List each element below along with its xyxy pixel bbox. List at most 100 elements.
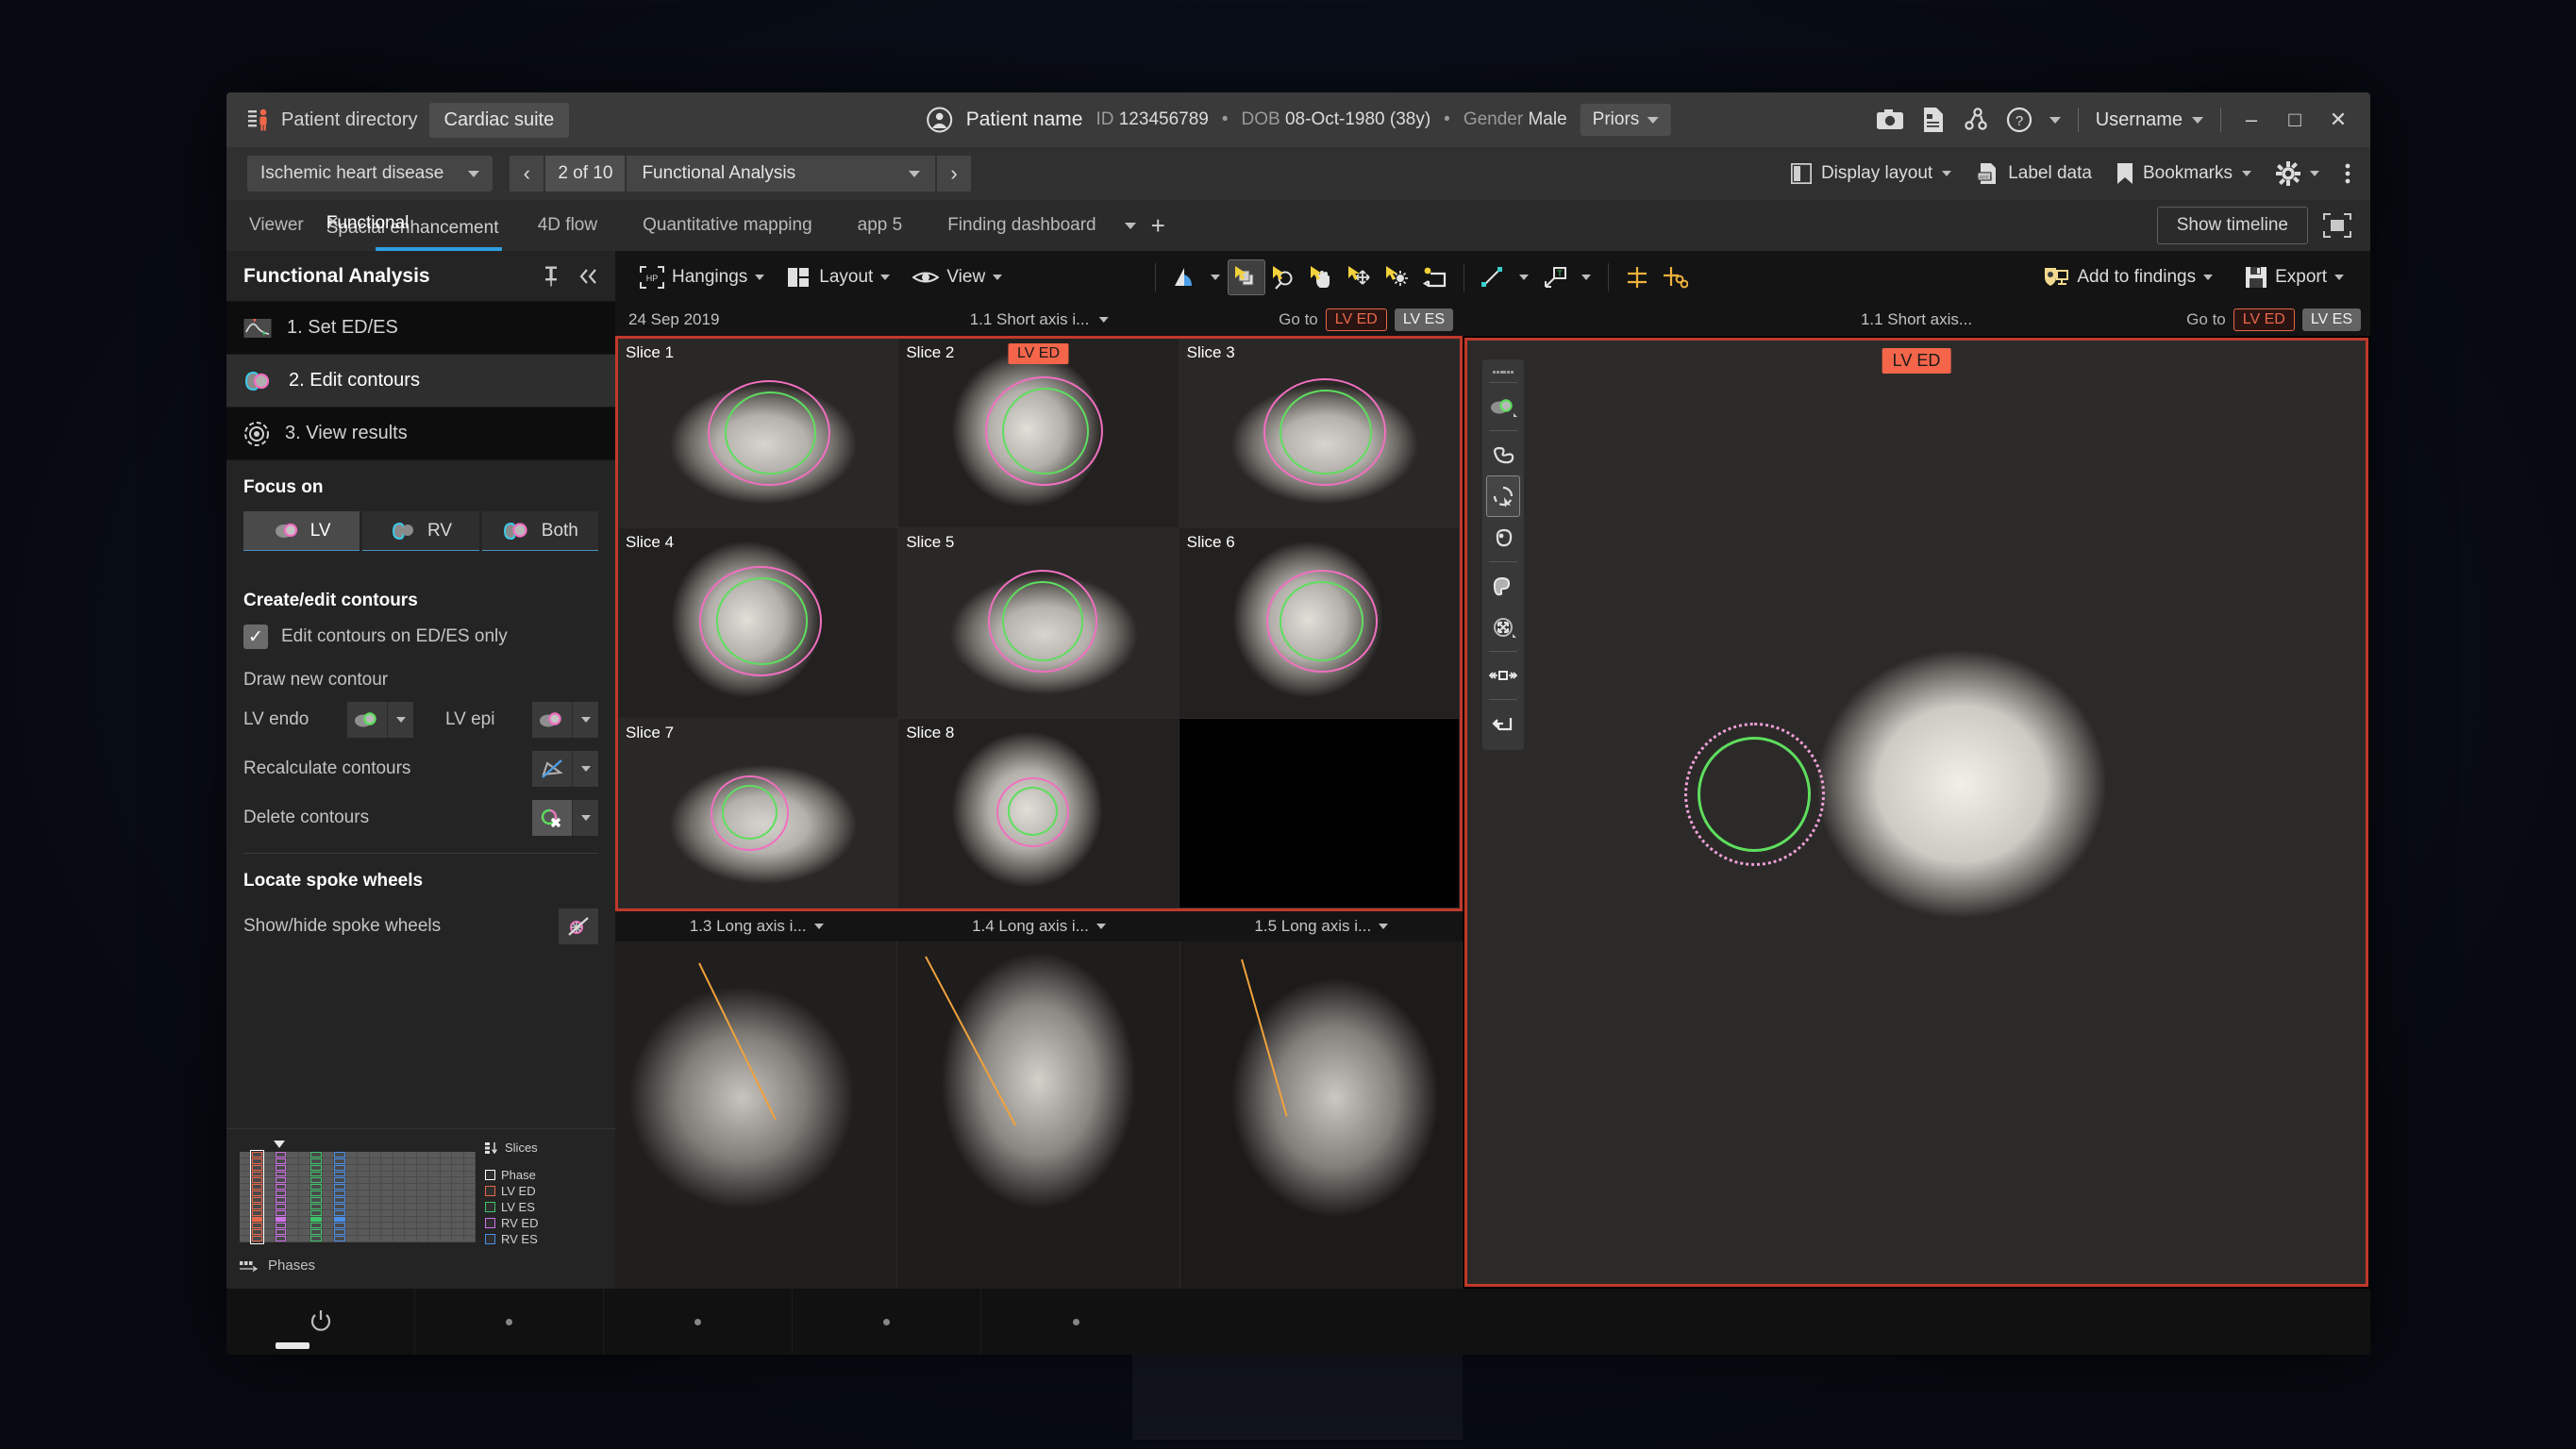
phase-cell[interactable] xyxy=(298,1197,309,1203)
phase-marker-cell[interactable] xyxy=(275,1164,286,1171)
phase-marker-cell[interactable] xyxy=(334,1236,345,1241)
phase-cell[interactable] xyxy=(345,1177,357,1184)
label-data-button[interactable]: LABEL Label data xyxy=(1976,162,2092,185)
phase-marker-cell[interactable] xyxy=(275,1203,286,1209)
phase-cell[interactable] xyxy=(263,1184,275,1191)
phase-marker-cell[interactable] xyxy=(334,1216,345,1223)
delete-dropdown[interactable] xyxy=(572,800,598,836)
phase-cell[interactable] xyxy=(405,1229,416,1236)
phase-cell[interactable] xyxy=(452,1158,463,1164)
phase-cell[interactable] xyxy=(369,1177,380,1184)
phase-cell[interactable] xyxy=(358,1191,369,1196)
phase-cell[interactable] xyxy=(358,1184,369,1191)
lv-endo-draw-button[interactable] xyxy=(347,702,387,738)
phase-cell[interactable] xyxy=(463,1152,475,1158)
long-axis-image-3[interactable] xyxy=(1179,941,1463,1289)
phase-cell[interactable] xyxy=(416,1158,427,1164)
phase-marker-cell[interactable] xyxy=(275,1209,286,1216)
phase-cell[interactable] xyxy=(358,1229,369,1236)
tab-4d-flow[interactable]: 4D flow xyxy=(515,200,620,251)
patient-directory-button[interactable]: Patient directory xyxy=(247,108,418,132)
phase-cell[interactable] xyxy=(358,1223,369,1229)
phase-marker-cell[interactable] xyxy=(251,1203,262,1209)
annotate-chevron-down-icon[interactable] xyxy=(1581,275,1592,280)
phase-cell[interactable] xyxy=(428,1223,440,1229)
phase-cell[interactable] xyxy=(322,1164,333,1171)
long-axis-header-2[interactable]: 1.4 Long axis i... xyxy=(897,911,1180,941)
phase-cell[interactable] xyxy=(322,1171,333,1177)
add-tab-button[interactable]: + xyxy=(1136,211,1180,241)
phase-cell[interactable] xyxy=(298,1184,309,1191)
phase-marker-cell[interactable] xyxy=(275,1158,286,1164)
phase-cell[interactable] xyxy=(287,1184,298,1191)
slice-cell-2[interactable]: Slice 2 LV ED xyxy=(898,339,1179,529)
show-hide-spoke-wheels-button[interactable] xyxy=(559,908,598,944)
phase-cell[interactable] xyxy=(298,1209,309,1216)
phase-cell[interactable] xyxy=(452,1164,463,1171)
phase-cell[interactable] xyxy=(440,1197,451,1203)
phase-marker-cell[interactable] xyxy=(251,1171,262,1177)
phase-marker-cell[interactable] xyxy=(310,1177,322,1184)
tab-close-icon[interactable]: ✕ xyxy=(326,213,340,232)
phase-marker-cell[interactable] xyxy=(310,1191,322,1196)
protocol-dropdown[interactable]: Ischemic heart disease xyxy=(247,156,493,192)
phase-cell[interactable] xyxy=(428,1203,440,1209)
phase-cell[interactable] xyxy=(322,1191,333,1196)
share-icon[interactable] xyxy=(1963,107,1989,133)
wl-chevron-down-icon[interactable] xyxy=(1211,275,1221,280)
phase-cell[interactable] xyxy=(298,1236,309,1241)
phase-cell[interactable] xyxy=(263,1152,275,1158)
phase-cell[interactable] xyxy=(345,1229,357,1236)
close-button[interactable]: ✕ xyxy=(2325,108,2351,132)
phase-cell[interactable] xyxy=(428,1177,440,1184)
slice-cell-6[interactable]: Slice 6 xyxy=(1179,528,1460,719)
phase-cell[interactable] xyxy=(345,1191,357,1196)
phase-cell[interactable] xyxy=(440,1164,451,1171)
phase-marker-cell[interactable] xyxy=(251,1177,262,1184)
phase-cell[interactable] xyxy=(393,1229,404,1236)
phase-cell[interactable] xyxy=(405,1191,416,1196)
lv-epi-dropdown[interactable] xyxy=(572,702,598,738)
move-all-icon[interactable] xyxy=(1486,607,1520,648)
phase-cell[interactable] xyxy=(428,1236,440,1241)
phase-cell[interactable] xyxy=(322,1203,333,1209)
slice-cell-8[interactable]: Slice 8 xyxy=(898,718,1179,908)
phase-cell[interactable] xyxy=(452,1152,463,1158)
phase-cell[interactable] xyxy=(322,1209,333,1216)
phase-cell[interactable] xyxy=(463,1171,475,1177)
phase-cell[interactable] xyxy=(463,1164,475,1171)
phase-marker-cell[interactable] xyxy=(251,1197,262,1203)
phase-marker-cell[interactable] xyxy=(275,1177,286,1184)
slice-cell-1[interactable]: Slice 1 xyxy=(618,339,899,529)
phase-cell[interactable] xyxy=(428,1164,440,1171)
sidebar-item-view-results[interactable]: 3. View results xyxy=(226,408,615,460)
phase-cell[interactable] xyxy=(428,1171,440,1177)
phase-cell[interactable] xyxy=(287,1216,298,1223)
phase-cell[interactable] xyxy=(381,1216,393,1223)
status-segment-3[interactable] xyxy=(793,1289,981,1355)
focus-option-both[interactable]: Both xyxy=(481,511,598,551)
phase-cell[interactable] xyxy=(428,1152,440,1158)
phase-cell[interactable] xyxy=(393,1223,404,1229)
phase-cell[interactable] xyxy=(440,1216,451,1223)
help-chevron-down-icon[interactable] xyxy=(2049,116,2061,124)
phase-marker-cell[interactable] xyxy=(275,1236,286,1241)
username-menu[interactable]: Username xyxy=(2096,109,2203,131)
phase-marker-cell[interactable] xyxy=(251,1164,262,1171)
phase-cell[interactable] xyxy=(452,1229,463,1236)
phase-cell[interactable] xyxy=(405,1171,416,1177)
phase-cell[interactable] xyxy=(287,1209,298,1216)
phase-cell[interactable] xyxy=(358,1216,369,1223)
phase-cell[interactable] xyxy=(416,1197,427,1203)
phase-cell[interactable] xyxy=(452,1203,463,1209)
link-crosshair-icon[interactable] xyxy=(1656,259,1694,295)
main-image-canvas[interactable]: LV ED xyxy=(1464,338,2368,1287)
phase-cell[interactable] xyxy=(287,1164,298,1171)
phase-cell[interactable] xyxy=(463,1177,475,1184)
slice-cell-7[interactable]: Slice 7 xyxy=(618,718,899,908)
delete-contours-button[interactable] xyxy=(532,800,572,836)
phase-cell[interactable] xyxy=(345,1171,357,1177)
phase-marker-cell[interactable] xyxy=(310,1216,322,1223)
phase-cell[interactable] xyxy=(358,1177,369,1184)
recalculate-dropdown[interactable] xyxy=(572,751,598,787)
